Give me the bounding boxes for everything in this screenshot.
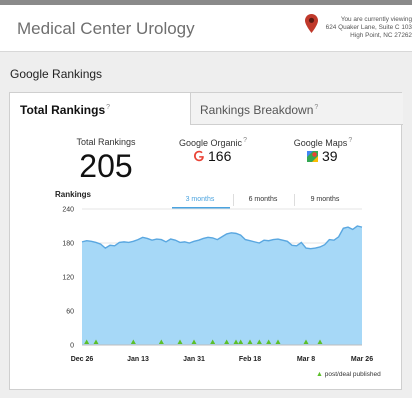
range-3-months-button[interactable]: 3 months [170, 196, 230, 203]
location-line-2: 624 Quaker Lane, Suite C 103 [325, 24, 412, 31]
location-line-3: High Point, NC 27262 [350, 32, 412, 39]
range-active-indicator [172, 207, 230, 209]
header: Medical Center Urology You are currently… [0, 5, 412, 52]
google-organic-label: Google Organic [179, 138, 243, 148]
google-maps-value: 39 [322, 148, 338, 164]
help-icon[interactable]: ? [314, 104, 318, 111]
google-organic-stat: 166 [193, 148, 231, 164]
google-maps-stat: 39 [307, 148, 338, 164]
location-line-1: You are currently viewing [340, 16, 412, 23]
app-title: Medical Center Urology [17, 19, 195, 38]
google-maps-icon [307, 151, 318, 162]
chart-title: Rankings [55, 190, 92, 199]
post-marker-icon: ▲ [316, 371, 323, 378]
google-organic-label-wrap: Google Organic? [168, 137, 258, 148]
tab-rankings-breakdown[interactable]: Rankings Breakdown? [191, 93, 403, 125]
total-rankings-label: Total Rankings [76, 137, 136, 147]
legend-label: post/deal published [324, 371, 381, 378]
google-maps-label-wrap: Google Maps? [283, 137, 363, 148]
section-title: Google Rankings [10, 67, 103, 81]
tab-rankings-breakdown-label: Rankings Breakdown [200, 103, 314, 117]
help-icon[interactable]: ? [106, 104, 110, 111]
total-rankings-value: 205 [79, 148, 133, 184]
tab-total-rankings-label: Total Rankings [20, 103, 106, 117]
google-organic-value: 166 [208, 148, 232, 164]
tab-total-rankings[interactable]: Total Rankings? [10, 93, 191, 125]
range-9-months-button[interactable]: 9 months [295, 196, 355, 203]
range-6-months-button[interactable]: 6 months [233, 196, 293, 203]
location-info: You are currently viewing 624 Quaker Lan… [312, 16, 412, 40]
google-g-icon [194, 150, 204, 162]
help-icon[interactable]: ? [348, 137, 352, 144]
google-maps-label: Google Maps [293, 138, 348, 148]
chart-legend: ▲ post/deal published [316, 371, 381, 378]
help-icon[interactable]: ? [243, 137, 247, 144]
